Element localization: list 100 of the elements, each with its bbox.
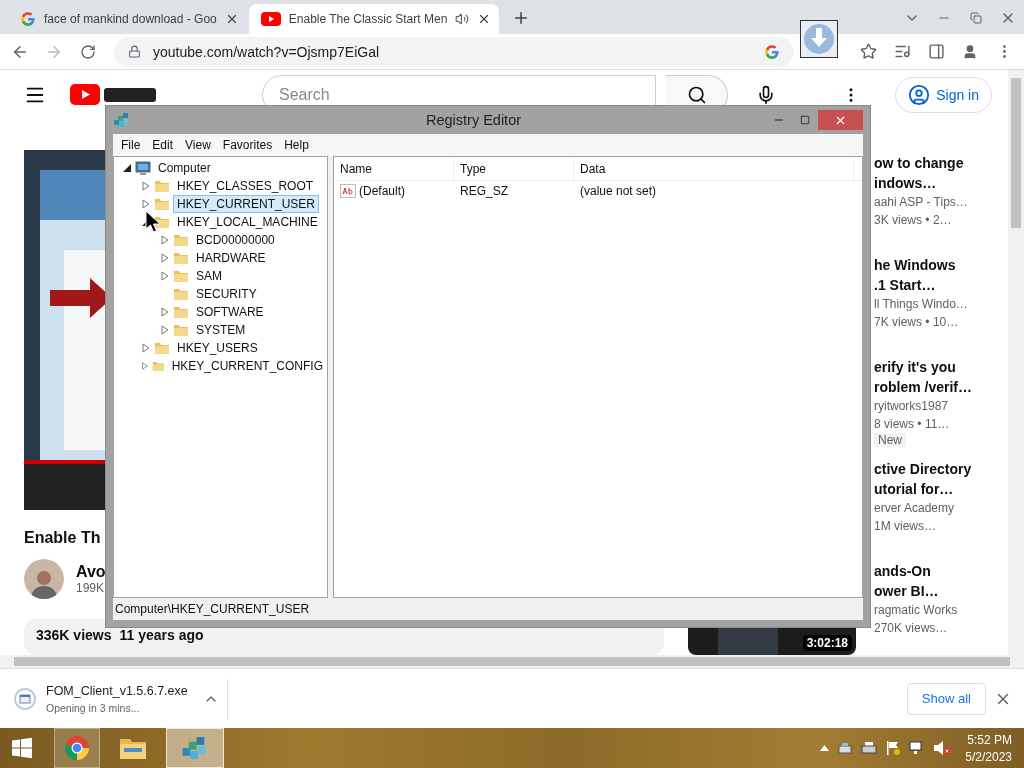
tree-item[interactable]: HKEY_LOCAL_MACHINE (173, 213, 322, 231)
user-icon (908, 84, 931, 106)
video-meta: 3K views • 2… (874, 212, 953, 229)
tree-item[interactable]: HARDWARE (192, 249, 270, 267)
star-icon[interactable] (859, 43, 877, 60)
video-title[interactable]: ower BI… (874, 581, 958, 601)
youtube-icon (260, 12, 281, 26)
view-count: 336K views (36, 627, 112, 643)
video-title[interactable]: utorial for… (874, 479, 972, 499)
video-title[interactable]: ands-On (874, 561, 958, 581)
search-icon[interactable] (686, 85, 707, 105)
vertical-scrollbar[interactable] (1008, 70, 1024, 655)
google-icon (764, 43, 780, 60)
printer-icon[interactable] (861, 740, 878, 756)
download-icon[interactable] (800, 20, 838, 58)
value-data: (value not set) (579, 184, 658, 198)
video-title[interactable]: indows… (874, 173, 968, 193)
lock-icon (128, 45, 141, 58)
video-title[interactable]: roblem /verif… (874, 377, 973, 397)
subscriber-count: 199K (76, 581, 106, 595)
tree-item[interactable]: HKEY_CLASSES_ROOT (173, 177, 318, 195)
registry-icon (181, 734, 209, 762)
registry-icon (113, 111, 131, 129)
column-header[interactable]: Name (334, 157, 454, 180)
flag-icon[interactable] (885, 740, 902, 756)
media-icon[interactable] (893, 43, 911, 60)
caret-icon[interactable] (820, 745, 830, 751)
tree-item[interactable]: HKEY_CURRENT_CONFIG (167, 357, 327, 375)
taskbar-app[interactable] (54, 728, 100, 768)
channel-name[interactable]: Avo (76, 563, 106, 581)
column-header[interactable]: Data (574, 157, 854, 180)
video-meta: 7K views • 10… (874, 314, 960, 331)
value-name[interactable]: (Default) (334, 184, 454, 198)
folder-icon (151, 359, 165, 373)
video-meta: 1M views… (874, 518, 937, 535)
start-button[interactable] (11, 737, 33, 759)
folder-icon (173, 233, 189, 247)
muted-speaker-icon[interactable] (933, 740, 952, 756)
tree-item[interactable]: BCD00000000 (192, 231, 279, 249)
menu-item[interactable]: Favorites (216, 138, 279, 152)
mic-icon[interactable] (756, 85, 776, 105)
tree-item[interactable]: Computer (154, 159, 215, 177)
value-type: REG_SZ (459, 184, 509, 198)
menu-item[interactable]: Help (278, 138, 315, 152)
video-title[interactable]: ow to change (874, 153, 968, 173)
menu-item[interactable]: Edit (146, 138, 180, 152)
column-header[interactable]: Type (454, 157, 574, 180)
cursor-icon (145, 210, 161, 234)
maximize-icon (800, 115, 810, 125)
tree-item[interactable]: SECURITY (192, 285, 261, 303)
network-icon[interactable] (837, 740, 854, 756)
channel-name: ragmatic Works (874, 602, 958, 619)
folder-icon (173, 269, 189, 283)
computer-icon (135, 160, 151, 176)
tree-item[interactable]: HKEY_USERS (173, 339, 262, 357)
download-item[interactable]: FOM_Client_v1.5.6.7.exe Opening in 3 mins... (14, 678, 228, 719)
reload-icon[interactable] (80, 43, 96, 60)
google-icon (20, 11, 36, 27)
browser-tab[interactable]: face of mankind download - Goo (8, 4, 247, 34)
folder-icon (154, 341, 170, 355)
status-bar: Computer\HKEY_CURRENT_USER (113, 598, 863, 620)
video-title[interactable]: he Windows (874, 255, 968, 275)
folder-icon (173, 305, 189, 319)
channel-name: erver Academy (874, 500, 956, 517)
show-all-button[interactable]: Show all (906, 682, 986, 715)
channel-name: aahi ASP - Tips… (874, 194, 968, 211)
folder-icon (119, 736, 147, 760)
expander-icon[interactable] (122, 163, 132, 173)
tree-item[interactable]: HKEY_CURRENT_USER (173, 195, 320, 213)
video-meta: 270K views… (874, 620, 949, 637)
tree-item[interactable]: SYSTEM (192, 321, 250, 339)
folder-icon (173, 323, 189, 337)
menu-item[interactable]: View (179, 138, 217, 152)
clock[interactable]: 5:52 PM 5/2/2023 (965, 732, 1012, 764)
horizontal-scrollbar[interactable] (0, 655, 1024, 668)
profile-icon[interactable] (962, 43, 978, 60)
address-field[interactable]: youtube.com/watch?v=Ojsmp7EiGal (114, 36, 794, 67)
video-duration: 3:02:18 (802, 635, 852, 651)
folder-icon (154, 197, 170, 211)
video-title[interactable]: ctive Directory (874, 459, 972, 479)
folder-icon (154, 179, 170, 193)
folder-icon (173, 251, 189, 265)
tree-item[interactable]: SAM (192, 267, 226, 285)
string-value-icon (340, 184, 356, 198)
menu-item[interactable]: File (115, 138, 147, 152)
video-meta: 8 views • 11… (874, 416, 951, 433)
side-panel-icon[interactable] (927, 43, 945, 60)
file-icon (14, 687, 36, 710)
restore-icon[interactable] (970, 12, 982, 24)
video-title: Enable Th (24, 529, 102, 547)
video-title[interactable]: erify it's you (874, 357, 973, 377)
tree-item[interactable]: SOFTWARE (192, 303, 268, 321)
taskbar-app[interactable] (166, 728, 224, 768)
browser-tab[interactable]: Enable The Classic Start Men (248, 4, 500, 34)
upload-age: 11 years ago (119, 627, 204, 643)
speaker-icon[interactable] (455, 12, 470, 26)
video-title[interactable]: .1 Start… (874, 275, 968, 295)
window-title: Registry Editor (424, 112, 523, 128)
channel-name: ll Things Windo… (874, 296, 968, 313)
avatar[interactable] (24, 559, 64, 599)
